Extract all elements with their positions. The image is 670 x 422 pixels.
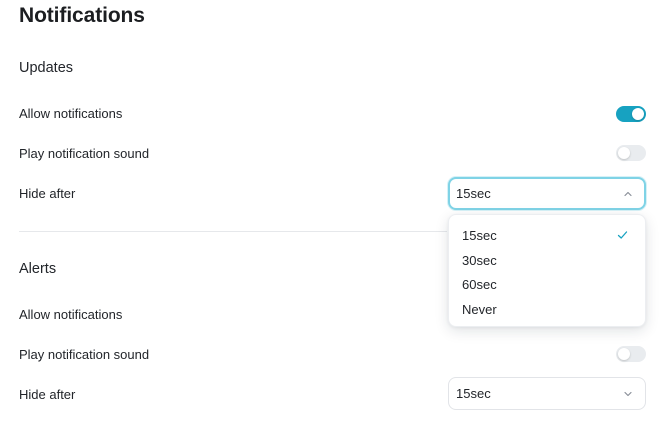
chevron-up-icon <box>624 191 632 197</box>
check-icon <box>617 231 628 239</box>
toggle-knob <box>618 348 630 360</box>
option-label: 30sec <box>462 253 497 268</box>
alerts-play-sound-toggle[interactable] <box>616 346 646 362</box>
alerts-hide-after-label: Hide after <box>19 387 76 402</box>
toggle-knob <box>632 108 644 120</box>
updates-hide-after-select[interactable]: 15sec <box>448 177 646 210</box>
select-value: 15sec <box>456 186 491 201</box>
section-title-updates: Updates <box>19 60 74 76</box>
select-value: 15sec <box>456 386 491 401</box>
updates-play-sound-toggle[interactable] <box>616 145 646 161</box>
updates-allow-notifications-label: Allow notifications <box>19 106 123 121</box>
dropdown-option-30sec[interactable]: 30sec <box>449 248 645 272</box>
notifications-settings-page: Notifications Updates Allow notification… <box>0 0 670 422</box>
chevron-down-icon <box>624 391 632 397</box>
page-title: Notifications <box>19 4 145 27</box>
toggle-knob <box>618 147 630 159</box>
dropdown-option-15sec[interactable]: 15sec <box>449 223 645 247</box>
dropdown-option-60sec[interactable]: 60sec <box>449 272 645 296</box>
section-divider <box>19 231 447 232</box>
option-label: 60sec <box>462 277 497 292</box>
option-label: Never <box>462 302 497 317</box>
option-label: 15sec <box>462 228 497 243</box>
alerts-hide-after-select[interactable]: 15sec <box>448 377 646 410</box>
dropdown-option-never[interactable]: Never <box>449 297 645 321</box>
updates-play-sound-label: Play notification sound <box>19 146 150 161</box>
alerts-play-sound-label: Play notification sound <box>19 347 150 362</box>
alerts-allow-notifications-label: Allow notifications <box>19 307 123 322</box>
updates-hide-after-label: Hide after <box>19 186 76 201</box>
hide-after-dropdown-menu: 15sec 30sec 60sec Never <box>448 214 646 327</box>
updates-allow-notifications-toggle[interactable] <box>616 106 646 122</box>
section-title-alerts: Alerts <box>19 261 57 277</box>
